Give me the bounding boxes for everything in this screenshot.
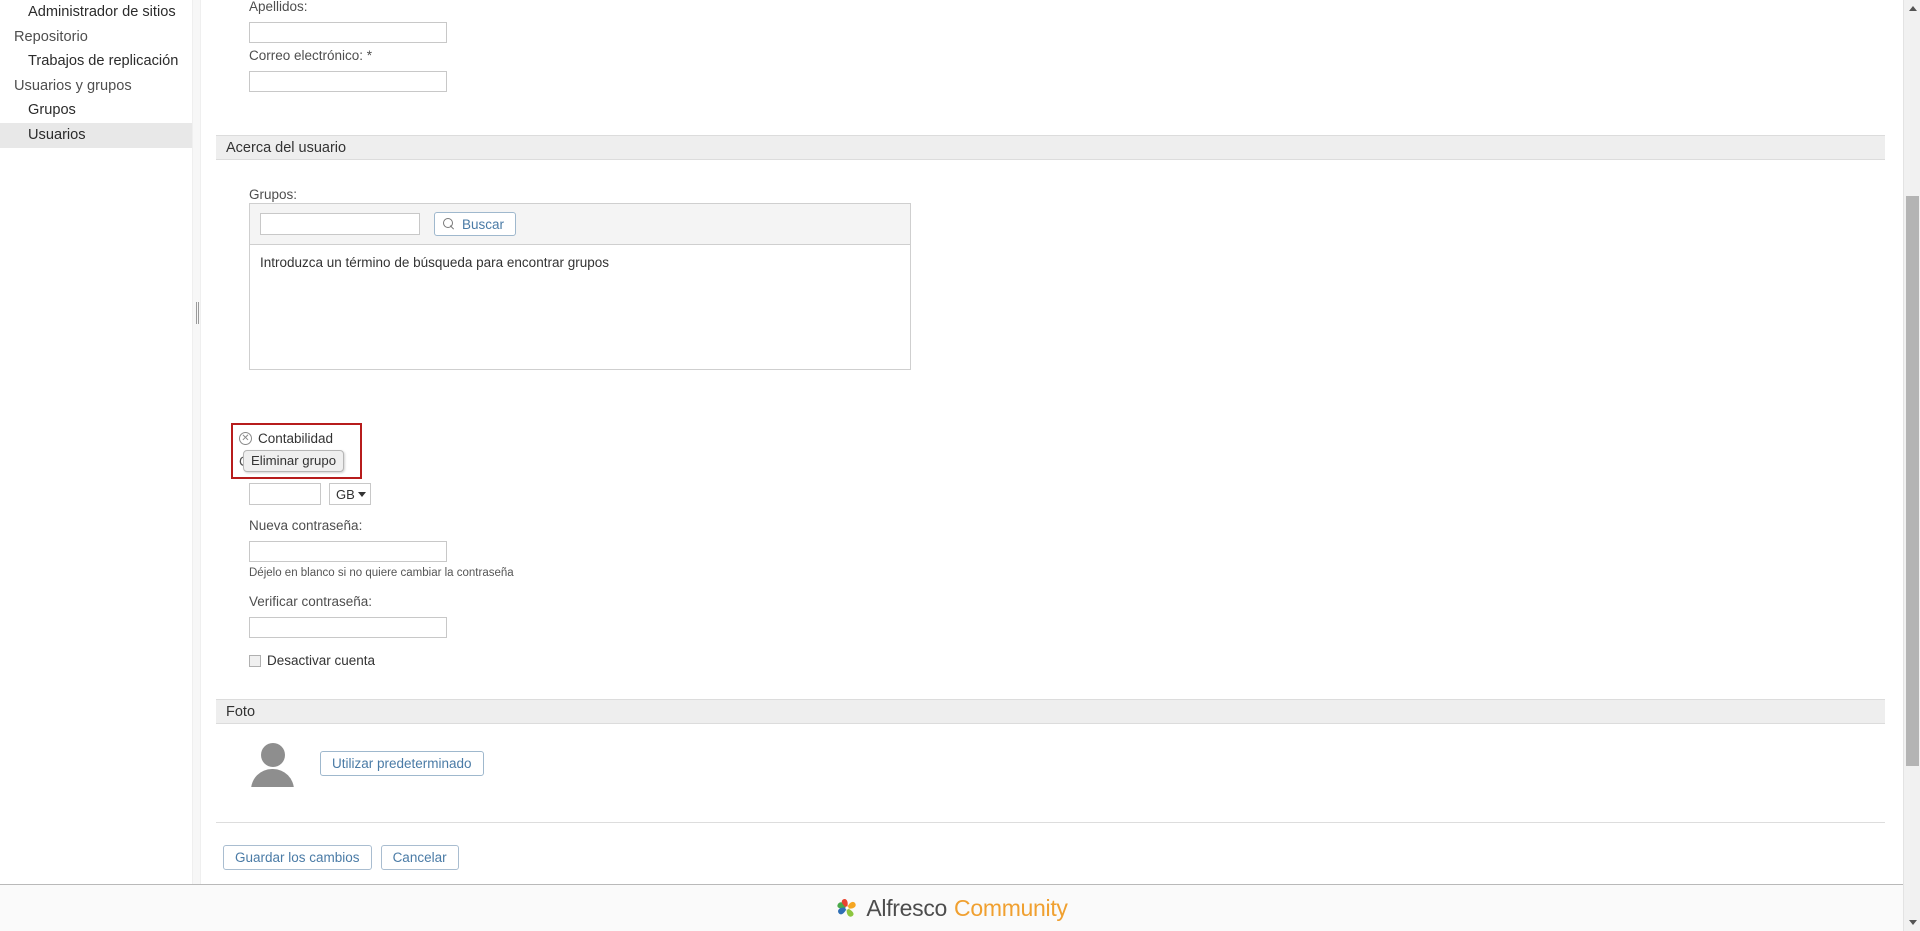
field-new-password: Nueva contraseña: Déjelo en blanco si no… (223, 519, 514, 579)
sidebar-item-trabajos-de-replicacion[interactable]: Trabajos de replicación (0, 49, 195, 74)
chevron-down-icon (358, 491, 366, 497)
lastname-label: Apellidos: (249, 0, 308, 14)
groups-finder-results: Introduzca un término de búsqueda para e… (250, 245, 910, 369)
field-email: Correo electrónico: * (223, 49, 447, 92)
scrollbar-up-button[interactable] (1904, 0, 1920, 17)
groups-finder: Buscar Introduzca un término de búsqueda… (249, 203, 911, 370)
sidebar-item-administrador-de-sitios[interactable]: Administrador de sitios (0, 0, 195, 25)
disable-account-label: Desactivar cuenta (267, 653, 376, 668)
cancel-button[interactable]: Cancelar (380, 845, 459, 870)
quota-row: GB (249, 483, 371, 505)
field-lastname: Apellidos: (223, 0, 447, 43)
page-scrollbar[interactable] (1903, 0, 1920, 931)
remove-group-tooltip: Eliminar grupo (243, 450, 345, 472)
verify-password-label: Verificar contraseña: (249, 594, 373, 609)
brand-name-alfresco: Alfresco (866, 894, 948, 921)
user-avatar-icon (249, 740, 296, 787)
save-changes-button[interactable]: Guardar los cambios (223, 845, 372, 870)
password-hint: Déjelo en blanco si no quiere cambiar la… (249, 566, 514, 579)
section-header-photo: Foto (216, 699, 1885, 724)
chevron-up-icon (1908, 6, 1917, 11)
avatar-body-shape (251, 769, 294, 787)
alfresco-logo: Alfresco Community (835, 894, 1068, 922)
quota-input[interactable] (249, 483, 321, 505)
verify-password-input[interactable] (249, 616, 447, 638)
search-button[interactable]: Buscar (434, 212, 517, 236)
disable-account-row[interactable]: Desactivar cuenta (249, 653, 375, 668)
page-footer: Alfresco Community (0, 884, 1903, 931)
sidebar-item-usuarios[interactable]: Usuarios (0, 122, 195, 148)
quota-unit-value: GB (336, 486, 355, 502)
admin-sidebar: Administrador de sitios Repositorio Trab… (0, 0, 196, 884)
scrollbar-down-button[interactable] (1904, 914, 1920, 931)
selected-group-row[interactable]: ✕ Contabilidad (239, 430, 354, 447)
avatar-head-shape (261, 743, 285, 767)
group-search-input[interactable] (260, 213, 420, 235)
email-label: Correo electrónico: * (249, 48, 373, 63)
groups-finder-toolbar: Buscar (250, 204, 910, 245)
finder-empty-message: Introduzca un término de búsqueda para e… (260, 255, 609, 270)
remove-group-icon[interactable]: ✕ (239, 432, 252, 445)
quota-unit-select[interactable]: GB (329, 483, 371, 505)
form-actions: Guardar los cambios Cancelar (223, 845, 459, 870)
search-icon (443, 217, 456, 231)
new-password-input[interactable] (249, 540, 447, 562)
panel-bottom-divider (216, 822, 1885, 823)
sidebar-item-usuarios-y-grupos[interactable]: Usuarios y grupos (0, 74, 195, 99)
new-password-label: Nueva contraseña: (249, 518, 363, 533)
sidebar-item-grupos[interactable]: Grupos (0, 98, 195, 123)
selected-group-highlight-box: ✕ Contabilidad Cu Eliminar grupo (231, 423, 362, 479)
email-input[interactable] (249, 70, 447, 92)
selected-group-label: Contabilidad (258, 431, 334, 446)
splitter-grip-handle[interactable] (196, 302, 199, 324)
groups-label: Grupos: (249, 187, 298, 202)
sidebar-splitter[interactable] (192, 0, 201, 884)
main-content: Apellidos: Correo electrónico: * Acerca … (201, 0, 1901, 884)
alfresco-pinwheel-icon (837, 899, 857, 917)
field-verify-password: Verificar contraseña: (223, 595, 447, 638)
scrollbar-thumb[interactable] (1906, 196, 1919, 766)
search-button-label: Buscar (462, 216, 505, 232)
sidebar-item-repositorio[interactable]: Repositorio (0, 25, 195, 50)
brand-name-community: Community (954, 894, 1068, 921)
section-header-about-user: Acerca del usuario (216, 135, 1885, 160)
application-root: Administrador de sitios Repositorio Trab… (0, 0, 1920, 931)
lastname-input[interactable] (249, 21, 447, 43)
sidebar-nav-list: Administrador de sitios Repositorio Trab… (0, 0, 195, 148)
use-default-photo-button[interactable]: Utilizar predeterminado (320, 751, 484, 776)
disable-account-checkbox[interactable] (249, 654, 261, 667)
chevron-down-icon (1908, 920, 1917, 925)
photo-row: Utilizar predeterminado (249, 740, 484, 787)
